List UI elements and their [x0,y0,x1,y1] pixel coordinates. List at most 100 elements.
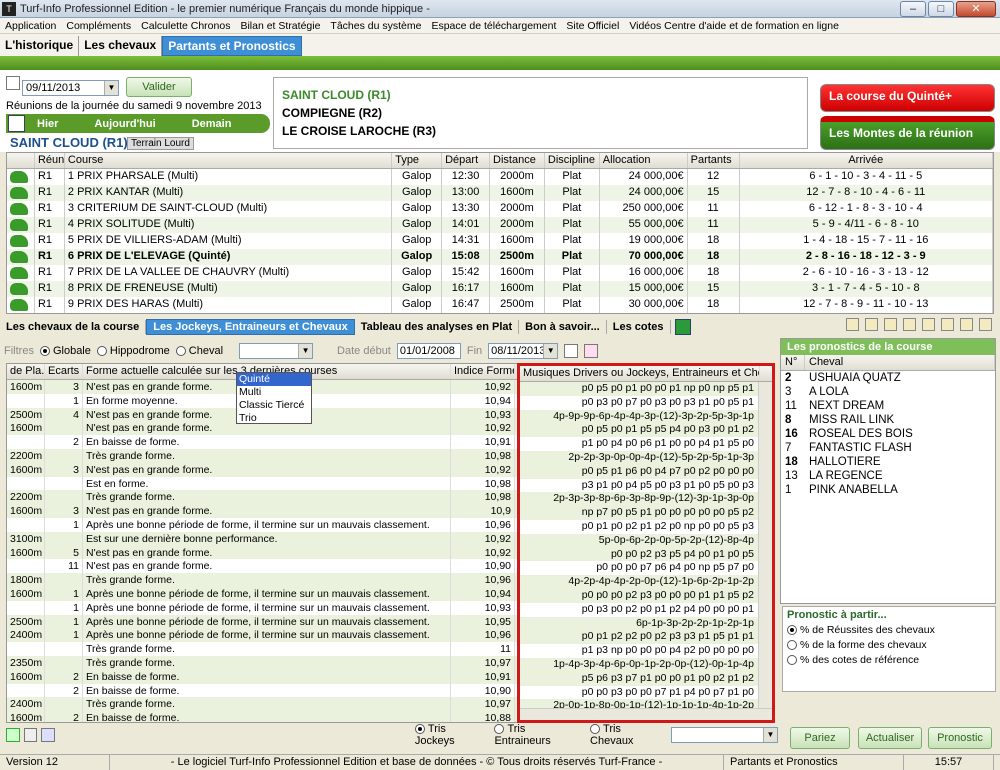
musique-cell[interactable]: p1 p3 np p0 p0 p0 p4 p2 p0 p0 p0 p0 [520,644,772,658]
musique-cell[interactable]: p0 p0 p0 p7 p6 p4 p0 np p5 p7 p0 [520,561,772,575]
chevron-down-icon[interactable]: ▼ [104,81,118,95]
race-row[interactable]: R1 3 CRITERIUM DE SAINT-CLOUD (Multi) Galo… [7,201,993,217]
menu-item[interactable]: Calculette Chronos [136,20,235,32]
subtab-chevaux[interactable]: Les chevaux de la course [0,320,147,334]
musique-cell[interactable]: p0 p5 p1 p6 p0 p4 p7 p0 p2 p0 p0 p0 [520,464,772,479]
tab-historique[interactable]: L'historique [0,36,80,56]
vertical-scrollbar[interactable] [758,382,772,708]
race-row[interactable]: R1 1 PRIX PHARSALE (Multi) Galop 12:30 2000m… [7,169,993,185]
quinte-button[interactable]: La course du Quinté+ [820,84,995,112]
subtab-jockeys[interactable]: Les Jockeys, Entraineurs et Chevaux [146,319,355,335]
header-cell[interactable]: Type [392,153,443,168]
export-icon[interactable] [903,318,916,331]
header-cell[interactable]: Indice Forme [451,364,515,379]
form-row[interactable]: 1800m Très grande forme. 10,96 [7,573,517,587]
menu-item[interactable]: Bilan et Stratégie [235,20,325,32]
pronostic-button[interactable]: Pronostic [928,727,992,749]
form-row[interactable]: 1 Après une bonne période de forme, il te… [7,600,517,615]
menu-item[interactable]: Vidéos Centre d'aide et de formation en … [624,20,844,32]
print-icon[interactable] [584,344,599,358]
form-row[interactable]: 2200m Très grande forme. 10,98 [7,490,517,505]
nav-hier[interactable]: Hier [37,118,58,130]
subtab-analyses[interactable]: Tableau des analyses en Plat [355,320,520,334]
date-combo[interactable]: 09/11/2013 ▼ [22,80,119,96]
musique-cell[interactable]: p5 p6 p3 p7 p1 p0 p0 p1 p0 p2 p1 p2 [520,671,772,686]
header-cell[interactable]: Course [65,153,393,168]
dropdown-option[interactable]: Trio [237,412,311,425]
chevron-down-icon[interactable]: ▼ [543,344,558,358]
meeting-item[interactable]: LE CROISE LAROCHE (R3) [282,124,799,138]
maximize-icon[interactable]: □ [928,1,954,17]
form-row[interactable]: Est en forme. 10,98 [7,476,517,491]
sort-chevaux[interactable]: Tris Chevaux [590,723,665,747]
dropdown-option[interactable]: Multi [237,386,311,399]
tab-chevaux[interactable]: Les chevaux [79,36,163,56]
prono-row[interactable]: 18 HALLOTIERE [781,455,995,469]
header-cell[interactable]: N° [781,355,805,370]
sort-jockeys[interactable]: Tris Jockeys [414,723,487,747]
menu-item[interactable]: Application [0,20,61,32]
musique-cell[interactable]: p0 p1 p0 p2 p1 p2 p0 np p0 p0 p5 p3 [520,520,772,534]
horizontal-scrollbar[interactable] [520,708,772,720]
nav-demain[interactable]: Demain [192,118,232,130]
copy-icon[interactable] [884,318,897,331]
form-row[interactable]: 1600m 2 En baisse de forme. 10,88 [7,711,517,722]
form-row[interactable]: 1600m 2 En baisse de forme. 10,91 [7,669,517,684]
header-cell[interactable]: Départ [442,153,491,168]
nav-aujourdhui[interactable]: Aujourd'hui [94,118,155,130]
calendar-mini-icon[interactable] [8,115,25,132]
race-row[interactable]: R1 8 PRIX DE FRENEUSE (Multi) Galop 16:17 16… [7,281,993,297]
form-row[interactable]: 2200m Très grande forme. 10,98 [7,448,517,463]
minimize-icon[interactable]: – [900,1,926,17]
form-row[interactable]: 1 Après une bonne période de forme, il te… [7,517,517,532]
fin-field[interactable]: 08/11/2013 ▼ [488,343,559,359]
sort-entraineurs[interactable]: Tris Entraineurs [494,723,582,747]
race-row[interactable]: R1 7 PRIX DE LA VALLEE DE CHAUVRY (Multi)… [7,265,993,281]
dropdown-option[interactable]: Quinté [237,373,311,386]
radio-cotes[interactable]: % des cotes de référence [787,653,991,668]
race-row[interactable]: R1 5 PRIX DE VILLIERS-ADAM (Multi) Galop 14… [7,233,993,249]
green-square-icon[interactable] [674,319,691,335]
race-row[interactable]: R1 9 PRIX DES HARAS (Multi) Galop 16:47 2500… [7,297,993,313]
tab-partants[interactable]: Partants et Pronostics [162,36,302,56]
musique-cell[interactable]: p0 p0 p3 p0 p0 p7 p1 p4 p0 p7 p1 p0 [520,686,772,700]
musique-cell[interactable]: p0 p3 p0 p2 p0 p1 p2 p4 p0 p0 p0 p1 [520,603,772,617]
help-icon[interactable] [41,728,55,742]
form-row[interactable]: 1600m 5 N'est pas en grande forme. 10,92 [7,545,517,560]
form-row[interactable]: 3100m Est sur une dernière bonne performa… [7,531,517,546]
calendar-icon[interactable] [6,76,20,90]
header-cell[interactable]: Distance [490,153,545,168]
menu-item[interactable]: Espace de téléchargement [426,20,561,32]
musique-cell[interactable]: 6p-1p-3p-2p-2p-1p-2p-1p [520,616,772,631]
header-cell[interactable]: Cheval [805,355,995,370]
radio-globale[interactable]: Globale [39,345,91,357]
form-row[interactable]: 1600m 3 N'est pas en grande forme. 10,9 [7,504,517,518]
printer-icon[interactable] [23,728,38,742]
radio-reussites[interactable]: % de Réussites des chevaux [787,623,991,638]
prono-row[interactable]: 7 FANTASTIC FLASH [781,441,995,455]
excel-icon[interactable] [6,728,20,742]
alarm-icon[interactable] [922,318,935,331]
header-cell[interactable]: Musiques Drivers ou Jockeys, Entraineurs… [520,366,760,381]
help-icon[interactable] [979,318,992,331]
race-type-combo[interactable]: ▼ [239,343,314,359]
stop-icon[interactable] [941,318,954,331]
valider-button[interactable]: Valider [126,77,192,97]
dropdown-option[interactable]: Classic Tiercé [237,399,311,412]
montes-button[interactable]: Les Montes de la réunion [820,116,995,150]
race-row[interactable]: R1 4 PRIX SOLITUDE (Multi) Galop 14:01 2000m… [7,217,993,233]
header-cell[interactable]: Discipline [545,153,600,168]
menu-item[interactable]: Tâches du système [325,20,426,32]
header-cell[interactable]: Allocation [600,153,688,168]
sort-combo[interactable]: ▼ [671,727,778,743]
musique-cell[interactable]: p0 p0 p0 p2 p3 p0 p0 p0 p1 p1 p5 p2 [520,588,772,603]
pariez-button[interactable]: Pariez [790,727,850,749]
header-cell[interactable]: Partants [688,153,740,168]
actualiser-button[interactable]: Actualiser [858,727,922,749]
musique-cell[interactable]: 2p-2p-3p-0p-0p-4p-(12)-5p-2p-5p-1p-3p [520,450,772,465]
meeting-item[interactable]: SAINT CLOUD (R1) [282,88,799,102]
header-cell[interactable]: Arrivée [740,153,993,168]
z-icon[interactable] [960,318,973,331]
form-row[interactable]: 2 En baisse de forme. 10,90 [7,683,517,698]
musique-cell[interactable]: 2p-3p-3p-8p-6p-3p-8p-9p-(12)-3p-1p-3p-0p [520,492,772,507]
